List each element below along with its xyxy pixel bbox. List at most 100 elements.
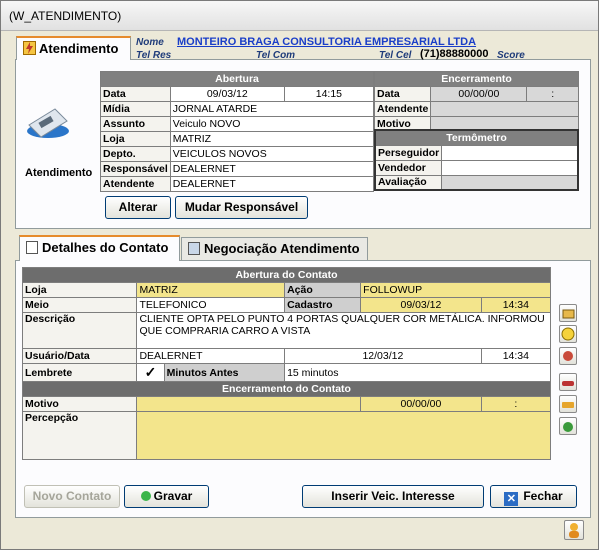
usuario-date-field: 12/03/12 — [284, 348, 482, 364]
alterar-label: Alterar — [118, 200, 158, 214]
encerramento-data-field[interactable]: 00/00/00 — [430, 86, 528, 102]
mudar-responsavel-label: Mudar Responsável — [184, 200, 299, 214]
gravar-label: Gravar — [153, 489, 193, 503]
abertura-header: Abertura — [100, 71, 374, 87]
alterar-button[interactable]: Alterar — [105, 196, 171, 219]
window-title: (W_ATENDIMENTO) — [9, 9, 122, 23]
tools-icon[interactable] — [559, 347, 577, 365]
encerramento-atendente-field[interactable] — [430, 101, 579, 117]
acao-label: Ação — [284, 282, 362, 298]
responsavel-field[interactable]: DEALERNET — [169, 161, 375, 177]
midia-label: Mídia — [100, 101, 171, 117]
novo-contato-label: Novo Contato — [32, 489, 112, 503]
perseguidor-label: Perseguidor — [374, 144, 443, 161]
novo-contato-button[interactable]: Novo Contato — [24, 485, 120, 508]
atendimento-caption: Atendimento — [25, 167, 93, 179]
meio-field[interactable]: TELEFONICO — [136, 297, 286, 313]
cadastro-date-field[interactable]: 09/03/12 — [360, 297, 482, 313]
truck-icon[interactable] — [559, 395, 577, 413]
encerramento-data-label: Data — [373, 86, 432, 102]
folder-icon[interactable] — [559, 304, 577, 322]
minutos-antes-label: Minutos Antes — [163, 363, 286, 382]
cadastro-label: Cadastro — [284, 297, 362, 313]
tab-negociacao-atendimento[interactable]: Negociação Atendimento — [181, 237, 368, 260]
save-icon — [140, 491, 151, 501]
bug-icon[interactable] — [559, 417, 577, 435]
fechar-button[interactable]: ✕ Fechar — [490, 485, 577, 508]
lembrete-checkbox[interactable]: ✓ — [136, 363, 165, 382]
contato-motivo-date-field[interactable]: 00/00/00 — [360, 396, 482, 412]
title-bar: (W_ATENDIMENTO) — [1, 1, 598, 31]
car-icon[interactable] — [559, 373, 577, 391]
cadastro-time-field[interactable]: 14:34 — [480, 297, 552, 313]
contato-motivo-label: Motivo — [21, 396, 138, 412]
close-icon: ✕ — [504, 492, 519, 506]
gravar-button[interactable]: Gravar — [124, 485, 209, 508]
usuario-time-field: 14:34 — [480, 348, 552, 364]
abertura-hora-field[interactable]: 14:15 — [283, 86, 375, 102]
depto-field[interactable]: VEICULOS NOVOS — [169, 146, 375, 162]
nome-label: Nome — [136, 37, 164, 48]
tel-cel-value: (71)88880000 — [420, 48, 489, 60]
minutos-antes-field[interactable]: 15 minutos — [284, 363, 551, 382]
fechar-label: Fechar — [523, 489, 563, 503]
tab-negociacao-label: Negociação Atendimento — [204, 241, 360, 256]
atendente-field[interactable]: DEALERNET — [169, 176, 375, 192]
vendedor-field[interactable] — [441, 159, 579, 176]
assunto-label: Assunto — [100, 116, 171, 132]
percepcao-label: Percepção — [21, 411, 138, 460]
smiley-icon[interactable] — [559, 325, 577, 343]
percepcao-textarea[interactable] — [136, 411, 551, 460]
tel-cel-label: Tel Cel — [379, 50, 412, 61]
loja-label: Loja — [100, 131, 171, 147]
abertura-contato-header: Abertura do Contato — [22, 267, 551, 283]
contato-motivo-time-field[interactable]: : — [480, 396, 552, 412]
avaliacao-label: Avaliação — [374, 174, 443, 191]
lightning-icon — [23, 41, 36, 55]
depto-label: Depto. — [100, 146, 171, 162]
tab-atendimento[interactable]: Atendimento — [16, 36, 131, 60]
contato-loja-label: Loja — [21, 282, 138, 298]
abertura-data-label: Data — [100, 86, 171, 102]
responsavel-label: Responsável — [100, 161, 171, 177]
vendedor-label: Vendedor — [374, 159, 443, 176]
midia-field[interactable]: JORNAL ATARDE — [169, 101, 375, 117]
encerramento-contato-header: Encerramento do Contato — [22, 381, 551, 397]
lembrete-label: Lembrete — [21, 363, 138, 382]
meio-label: Meio — [21, 297, 138, 313]
phone-icon — [25, 101, 71, 141]
contato-table: Abertura do Contato Loja MATRIZ Ação FOL… — [21, 267, 552, 460]
tel-com-label: Tel Com — [256, 50, 296, 61]
mudar-responsavel-button[interactable]: Mudar Responsável — [175, 196, 308, 219]
document-icon — [26, 241, 38, 254]
tel-res-label: Tel Res — [136, 50, 172, 61]
termometro-table: Termômetro Perseguidor Vendedor Avaliaçã… — [374, 129, 579, 191]
inserir-label: Inserir Veic. Interesse — [331, 489, 455, 503]
tab-atendimento-label: Atendimento — [39, 41, 119, 56]
encerramento-atendente-label: Atendente — [373, 101, 432, 117]
contato-loja-field[interactable]: MATRIZ — [136, 282, 286, 298]
assunto-field[interactable]: Veiculo NOVO — [169, 116, 375, 132]
acao-field[interactable]: FOLLOWUP — [360, 282, 551, 298]
descricao-textarea[interactable]: CLIENTE OPTA PELO PUNTO 4 PORTAS QUALQUE… — [136, 312, 551, 349]
atendimento-window: (W_ATENDIMENTO) Atendimento Nome MONTEIR… — [0, 0, 599, 550]
user-icon[interactable] — [564, 520, 584, 540]
abertura-data-field[interactable]: 09/03/12 — [169, 86, 285, 102]
perseguidor-field[interactable] — [441, 144, 579, 161]
descricao-line-1: CLIENTE OPTA PELO PUNTO 4 PORTAS QUALQUE… — [139, 313, 545, 326]
client-name-link[interactable]: MONTEIRO BRAGA CONSULTORIA EMPRESARIAL L… — [177, 36, 476, 48]
descricao-label: Descrição — [21, 312, 138, 349]
encerramento-table: Encerramento Data 00/00/00 : Atendente M… — [373, 71, 579, 132]
loja-field[interactable]: MATRIZ — [169, 131, 375, 147]
descricao-line-2: QUE COMPRARIA CARRO A VISTA — [139, 325, 311, 337]
contato-motivo-field[interactable] — [136, 396, 362, 412]
atendente-label: Atendente — [100, 176, 171, 192]
usuario-data-label: Usuário/Data — [21, 348, 138, 364]
avaliacao-field[interactable] — [441, 174, 579, 191]
encerramento-hora-field[interactable]: : — [526, 86, 579, 102]
encerramento-header: Encerramento — [374, 71, 579, 87]
tab-detalhes-label: Detalhes do Contato — [42, 240, 169, 255]
calculator-icon — [188, 242, 200, 255]
inserir-veic-interesse-button[interactable]: Inserir Veic. Interesse — [302, 485, 484, 508]
tab-detalhes-contato[interactable]: Detalhes do Contato — [19, 235, 180, 261]
